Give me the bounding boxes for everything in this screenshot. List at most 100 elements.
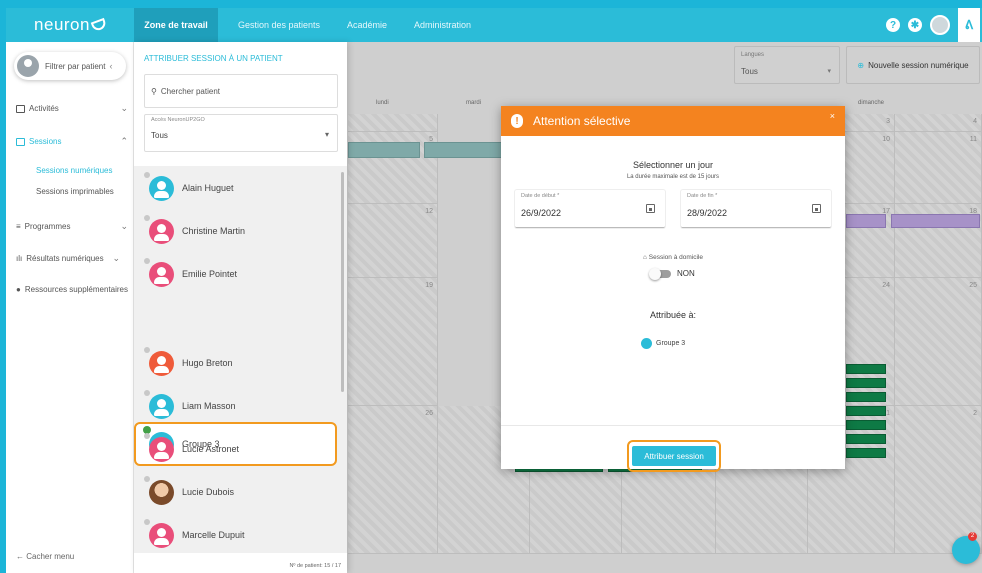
chat-button[interactable] bbox=[952, 536, 980, 564]
patient-avatar bbox=[149, 436, 174, 462]
tab-academie[interactable]: Académie bbox=[347, 8, 387, 42]
plus-circle-icon: ⊕ bbox=[857, 60, 865, 70]
select-day-heading: Sélectionner un jour bbox=[632, 160, 714, 170]
menu-item-ressources[interactable]: ● Ressources supplémentaires bbox=[16, 285, 128, 294]
menu-item-label: Ressources supplémentaires bbox=[24, 285, 129, 294]
language-select[interactable]: Langues Tous ▾ bbox=[734, 46, 840, 84]
day-number: 3 bbox=[886, 118, 890, 125]
status-dot bbox=[144, 258, 150, 264]
patient-name: Marcelle Dupuit bbox=[182, 530, 245, 540]
status-dot bbox=[144, 172, 150, 178]
search-icon: ⚲ bbox=[151, 86, 157, 96]
menu-item-programmes[interactable]: ≡ Programmes ⌄ bbox=[16, 221, 128, 231]
calendar-event[interactable] bbox=[846, 448, 886, 458]
attribuer-session-button[interactable]: Attribuer session bbox=[632, 446, 716, 466]
calendar-icon[interactable] bbox=[812, 204, 821, 213]
calendar-cell[interactable]: 12 bbox=[348, 204, 438, 278]
calendar-cell[interactable]: 2 bbox=[895, 406, 982, 554]
calendar-cell[interactable]: 26 bbox=[348, 406, 438, 554]
filter-by-patient-button[interactable]: Filtrer par patient ‹ bbox=[14, 52, 126, 80]
calendar-event[interactable] bbox=[891, 214, 980, 228]
end-date-field[interactable]: Date de fin * 28/9/2022 bbox=[681, 190, 831, 228]
calendar-event[interactable] bbox=[424, 142, 508, 158]
search-patient-input[interactable]: ⚲ Chercher patient bbox=[144, 74, 338, 108]
menu-item-sessions[interactable]: Sessions ⌃ bbox=[16, 136, 128, 146]
access-label: Accès NeuronUP2GO bbox=[151, 117, 205, 123]
home-session-toggle[interactable]: NON bbox=[649, 267, 695, 280]
calendar-event[interactable] bbox=[846, 378, 886, 388]
calendar-event[interactable] bbox=[846, 392, 886, 402]
calendar-event[interactable] bbox=[846, 214, 886, 228]
brand-icon[interactable]: ᕕ bbox=[958, 8, 980, 42]
exclamation-icon: ! bbox=[511, 114, 523, 128]
calendar-cell[interactable]: 4 bbox=[895, 114, 982, 132]
new-session-label: Nouvelle session numérique bbox=[868, 60, 969, 70]
day-number: 2 bbox=[973, 410, 977, 417]
patient-item[interactable]: Hugo Breton bbox=[136, 343, 338, 383]
calendar-cell[interactable]: 19 bbox=[348, 278, 438, 406]
assigned-to-value: Groupe 3 bbox=[641, 338, 685, 349]
activities-icon bbox=[16, 104, 25, 113]
assign-patient-panel: ATTRIBUER SESSION À UN PATIENT ⚲ Cherche… bbox=[134, 42, 347, 573]
patient-item[interactable]: Alain Huguet bbox=[136, 168, 338, 208]
access-neuronup2go-select[interactable]: Accès NeuronUP2GO Tous ▾ bbox=[144, 114, 338, 152]
assigned-name: Groupe 3 bbox=[656, 340, 686, 347]
patient-item[interactable]: Christine Martin bbox=[136, 211, 338, 251]
menu-item-label: Activités bbox=[29, 104, 59, 113]
gear-icon[interactable]: ✱ bbox=[908, 18, 922, 32]
calendar-event[interactable] bbox=[846, 406, 886, 416]
caret-down-icon: ▾ bbox=[827, 68, 831, 75]
calendar-cell[interactable]: 11 bbox=[895, 132, 982, 204]
patient-item[interactable]: Lucie Astronet bbox=[136, 429, 338, 469]
user-avatar[interactable] bbox=[930, 15, 950, 35]
hide-menu-button[interactable]: ← Cacher menu bbox=[16, 552, 74, 561]
patient-item[interactable]: Lucie Dubois bbox=[136, 472, 338, 512]
list-icon: ≡ bbox=[16, 222, 21, 231]
patient-name: Alain Huguet bbox=[182, 183, 234, 193]
calendar-event[interactable] bbox=[846, 364, 886, 374]
start-date-field[interactable]: Date de début * 26/9/2022 bbox=[515, 190, 665, 228]
top-icons: ? ✱ ᕕ bbox=[886, 8, 982, 42]
neuron-logo[interactable]: neuron bbox=[6, 8, 134, 42]
dialog-title: Attention sélective bbox=[533, 114, 631, 128]
calendar-cell[interactable] bbox=[348, 114, 438, 132]
resources-icon: ● bbox=[16, 285, 21, 294]
close-icon[interactable]: × bbox=[830, 111, 835, 121]
end-date-label: Date de fin * bbox=[687, 193, 718, 199]
patient-avatar bbox=[149, 479, 174, 505]
calendar-event[interactable] bbox=[348, 142, 420, 158]
sub-item-sessions-imprimables[interactable]: Sessions imprimables bbox=[36, 187, 114, 196]
new-digital-session-button[interactable]: ⊕ Nouvelle session numérique bbox=[846, 46, 980, 84]
tab-administration[interactable]: Administration bbox=[414, 8, 471, 42]
day-number: 1 bbox=[886, 410, 890, 417]
patient-item[interactable]: Liam Masson bbox=[136, 386, 338, 426]
left-menu: Filtrer par patient ‹ Activités ⌄ Sessio… bbox=[6, 42, 134, 573]
menu-item-resultats[interactable]: ılı Résultats numériques ⌄ bbox=[16, 253, 128, 263]
day-number: 10 bbox=[882, 136, 890, 143]
patient-name: Lucie Dubois bbox=[182, 487, 235, 497]
logo-text: neuron bbox=[34, 15, 90, 34]
chevron-down-icon: ⌄ bbox=[120, 103, 128, 113]
calendar-icon[interactable] bbox=[646, 204, 655, 213]
status-dot bbox=[144, 347, 150, 353]
patient-item[interactable]: Emilie Pointet bbox=[136, 254, 338, 294]
calendar-event[interactable] bbox=[846, 434, 886, 444]
caret-down-icon: ▾ bbox=[324, 130, 329, 139]
chevron-down-icon: ⌄ bbox=[112, 253, 120, 263]
menu-item-activites[interactable]: Activités ⌄ bbox=[16, 103, 128, 113]
toggle-switch[interactable] bbox=[649, 267, 671, 280]
patient-avatar bbox=[149, 393, 174, 419]
patient-item[interactable]: Marcelle Dupuit bbox=[136, 515, 338, 555]
tab-gestion-des-patients[interactable]: Gestion des patients bbox=[238, 8, 320, 42]
patient-name: Lucie Astronet bbox=[182, 444, 240, 454]
hide-menu-label: Cacher menu bbox=[26, 552, 75, 561]
list-scrollbar[interactable] bbox=[341, 172, 344, 392]
calendar-cell[interactable]: 25 bbox=[895, 278, 982, 406]
calendar-event[interactable] bbox=[846, 420, 886, 430]
status-dot bbox=[144, 519, 150, 525]
tab-zone-de-travail[interactable]: Zone de travail bbox=[134, 8, 218, 42]
start-date-value: 26/9/2022 bbox=[521, 208, 562, 218]
sub-item-sessions-numeriques[interactable]: Sessions numériques bbox=[36, 166, 112, 175]
patient-name: Liam Masson bbox=[182, 401, 236, 411]
help-icon[interactable]: ? bbox=[886, 18, 900, 32]
